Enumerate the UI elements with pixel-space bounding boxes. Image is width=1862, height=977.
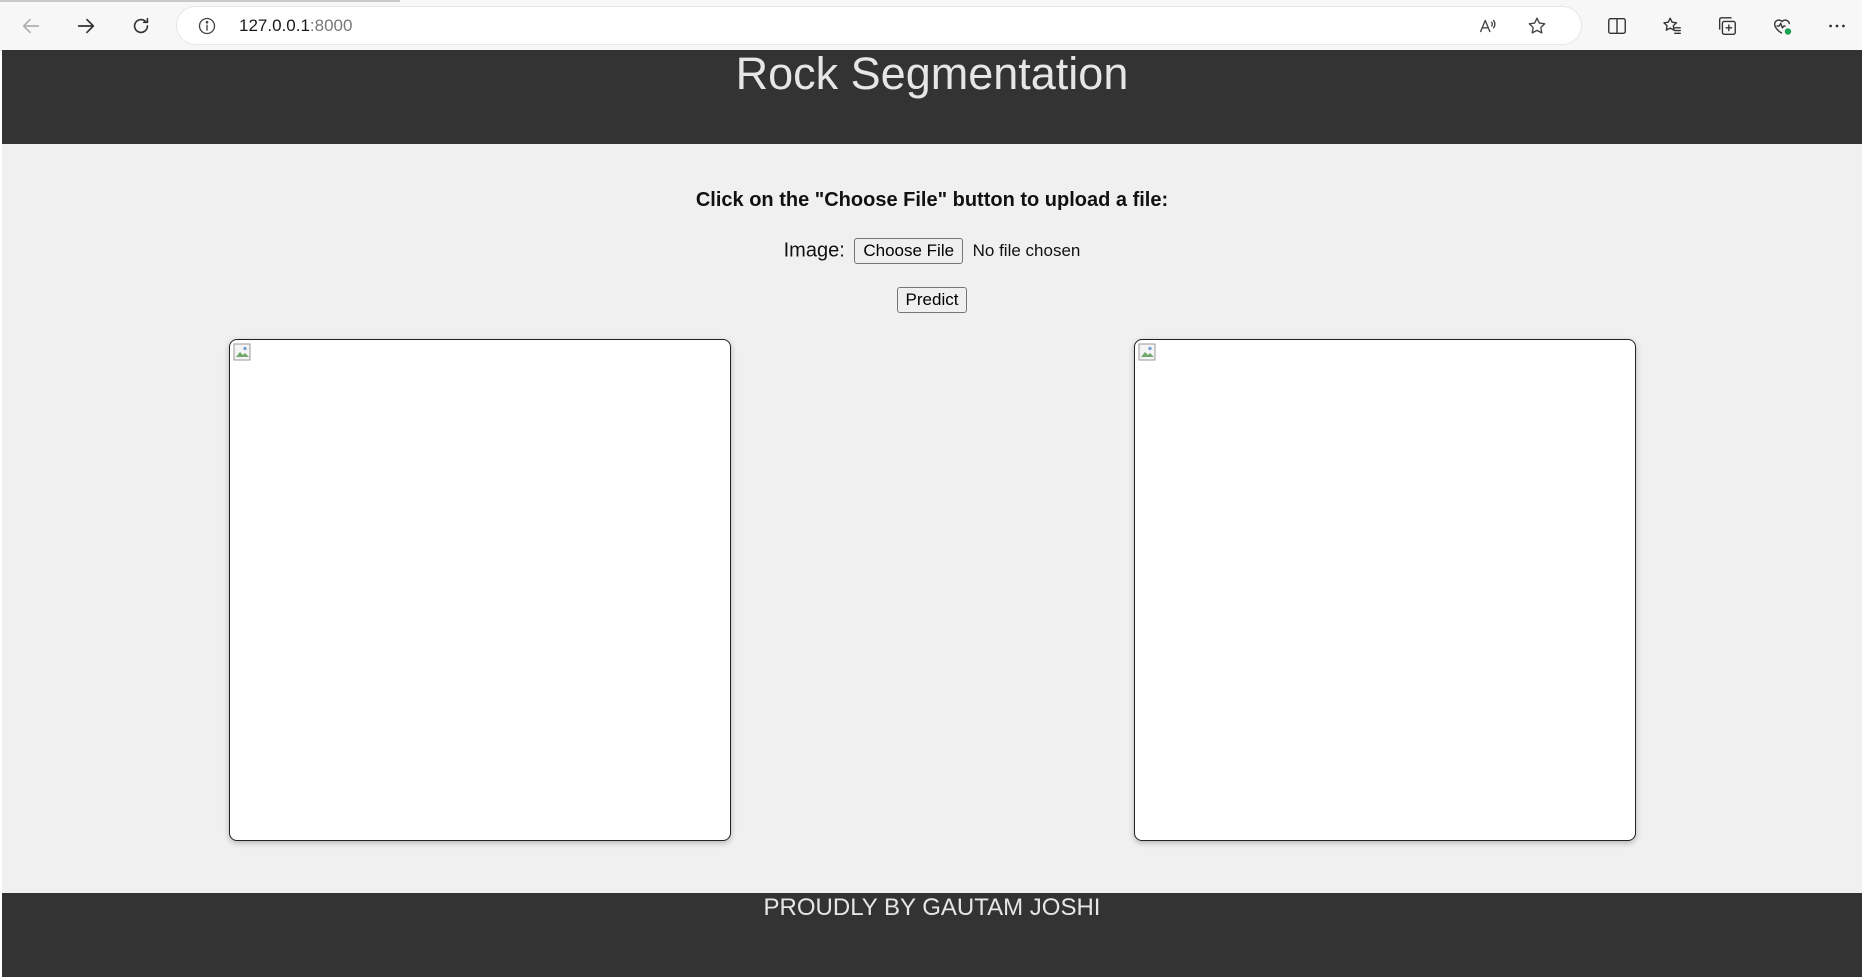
image-label: Image: xyxy=(783,239,845,262)
url-port: :8000 xyxy=(309,16,353,35)
split-screen-icon xyxy=(1608,17,1626,35)
output-mask-frame xyxy=(1134,339,1636,841)
site-footer: PROUDLY BY GAUTAM JOSHI xyxy=(2,893,1862,977)
reload-icon xyxy=(133,17,149,34)
back-button[interactable] xyxy=(15,10,47,42)
forward-button[interactable] xyxy=(70,10,102,42)
reload-button[interactable] xyxy=(125,10,157,42)
browser-toolbar: 127.0.0.1:8000 xyxy=(0,0,1862,51)
favorites-icon xyxy=(1663,17,1681,35)
page-title: Rock Segmentation xyxy=(735,50,1129,99)
upload-form-row: Image: Choose File No file chosen xyxy=(2,238,1862,264)
info-icon[interactable] xyxy=(197,16,217,36)
broken-image-icon xyxy=(233,343,251,361)
favorite-star-icon[interactable] xyxy=(1526,15,1548,37)
tab-strip-edge xyxy=(0,0,400,2)
site-header: Rock Segmentation xyxy=(2,50,1862,144)
split-screen-button[interactable] xyxy=(1603,12,1631,40)
page: Rock Segmentation Click on the "Choose F… xyxy=(2,50,1862,977)
collections-button[interactable] xyxy=(1713,12,1741,40)
input-image-frame xyxy=(229,339,731,841)
upload-instructions: Click on the "Choose File" button to upl… xyxy=(695,189,1169,211)
favorites-button[interactable] xyxy=(1658,12,1686,40)
more-options-icon xyxy=(1829,24,1845,28)
choose-file-button[interactable]: Choose File xyxy=(854,238,964,264)
address-bar[interactable]: 127.0.0.1:8000 xyxy=(177,7,1581,44)
forward-icon xyxy=(77,18,95,34)
file-status-text: No file chosen xyxy=(972,241,1081,260)
footer-credit: PROUDLY BY GAUTAM JOSHI xyxy=(763,894,1101,921)
predict-button[interactable]: Predict xyxy=(896,287,968,313)
browser-essentials-button[interactable] xyxy=(1768,12,1796,40)
url-text: 127.0.0.1:8000 xyxy=(239,16,352,36)
browser-essentials-icon xyxy=(1773,19,1792,35)
read-aloud-icon[interactable] xyxy=(1477,15,1499,37)
back-icon xyxy=(22,18,40,34)
predict-row: Predict xyxy=(2,287,1862,313)
broken-image-icon xyxy=(1138,343,1156,361)
url-host: 127.0.0.1 xyxy=(239,16,310,35)
more-options-button[interactable] xyxy=(1823,12,1851,40)
collections-icon xyxy=(1718,17,1736,35)
